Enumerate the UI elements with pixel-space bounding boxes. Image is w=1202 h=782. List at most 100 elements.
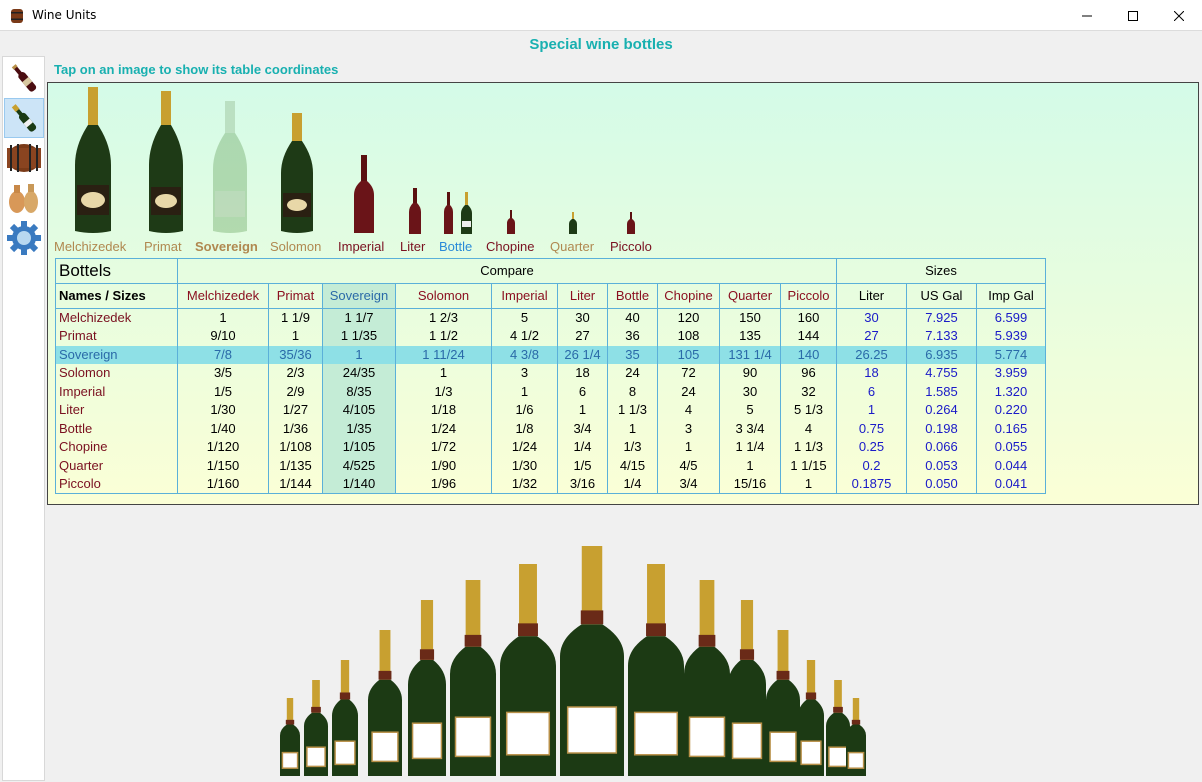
bottle-label-solomon[interactable]: Solomon [270,239,321,254]
ratio-cell: 30 [557,308,608,327]
sidebar-item-amphora[interactable] [4,178,44,218]
row-name-solomon[interactable]: Solomon [55,364,178,383]
bottle-size-image[interactable] [442,191,478,235]
table-row[interactable]: Sovereign 7/8 35/36 1 1 11/24 4 3/8 26 1/4 35 10… [55,345,1046,364]
table-row[interactable]: Primat 9/10 1 1 1/35 1 1/2 4 1/2 27 36 108 135 144… [55,327,1046,346]
ratio-cell: 131 1/4 [719,345,781,364]
bottle-label-melchizedek[interactable]: Melchizedek [54,239,126,254]
column-header-chopine[interactable]: Chopine [657,283,720,309]
ratio-cell: 4/105 [322,401,396,420]
table-row[interactable]: Bottle 1/40 1/36 1/35 1/24 1/8 3/4 1 3 3 3/4 4 0.75… [55,419,1046,438]
quarter-bottle-image[interactable] [568,211,578,235]
sidebar-item-red-wine[interactable] [4,58,44,98]
size-cell: 7.925 [906,308,977,327]
ratio-cell: 1 [657,438,720,457]
ratio-cell: 1/5 [177,382,269,401]
table-row[interactable]: Imperial 1/5 2/9 8/35 1/3 1 6 8 24 30 32 6 1.585 1.32… [55,382,1046,401]
solomon-bottle-image[interactable] [277,111,317,235]
row-name-melchizedek[interactable]: Melchizedek [55,308,178,327]
size-cell: 7.133 [906,327,977,346]
ratio-cell: 40 [607,308,658,327]
bottle-label-bottle[interactable]: Bottle [439,239,472,254]
ratio-cell: 1 1/4 [719,438,781,457]
minimize-button[interactable] [1064,0,1110,31]
column-header-solomon[interactable]: Solomon [395,283,492,309]
ratio-cell: 1/18 [395,401,492,420]
size-cell: 5.774 [976,345,1046,364]
table-row[interactable]: Piccolo 1/160 1/144 1/140 1/96 1/32 3/16 1/4 3/4… [55,475,1046,494]
ratio-cell: 1 [268,327,323,346]
ratio-cell: 1 1/2 [395,327,492,346]
wine-barrel-app-icon [11,9,23,23]
ratio-cell: 1/140 [322,475,396,494]
row-name-liter[interactable]: Liter [55,401,178,420]
imperial-bottle-image[interactable] [351,153,377,235]
column-header-liter[interactable]: Liter [557,283,608,309]
row-name-quarter[interactable]: Quarter [55,456,178,475]
ratio-cell: 1 [177,308,269,327]
settings-gear-icon [7,221,41,255]
row-name-imperial[interactable]: Imperial [55,382,178,401]
sidebar-item-barrel[interactable] [4,138,44,178]
bottle-label-chopine[interactable]: Chopine [486,239,534,254]
ratio-cell: 1/32 [491,475,558,494]
window-title: Wine Units [32,8,97,22]
comparison-table: Bottels Compare Sizes Names / Sizes Melc… [55,258,1046,494]
table-row[interactable]: Melchizedek 1 1 1/9 1 1/7 1 2/3 5 30 40 120 150 16… [55,308,1046,327]
bottle-label-sovereign[interactable]: Sovereign [195,239,258,254]
bottle-label-imperial[interactable]: Imperial [338,239,384,254]
size-column-header-liter: Liter [836,283,907,309]
table-row[interactable]: Solomon 3/5 2/3 24/35 1 3 18 24 72 90 96 18 4.755 3.9… [55,364,1046,383]
ratio-cell: 1/24 [491,438,558,457]
piccolo-bottle-image[interactable] [626,211,636,235]
maximize-button[interactable] [1110,0,1156,31]
ratio-cell: 7/8 [177,345,269,364]
row-name-sovereign[interactable]: Sovereign [55,345,178,364]
size-cell: 26.25 [836,345,907,364]
ratio-cell: 4 [657,401,720,420]
size-cell: 0.264 [906,401,977,420]
melchizedek-bottle-image[interactable] [69,85,117,235]
column-header-imperial[interactable]: Imperial [491,283,558,309]
size-cell: 0.165 [976,419,1046,438]
instruction-text: Tap on an image to show its table coordi… [54,62,339,77]
bottle-label-primat[interactable]: Primat [144,239,182,254]
row-name-bottle[interactable]: Bottle [55,419,178,438]
showcase-bottle [728,600,766,776]
column-header-primat[interactable]: Primat [268,283,323,309]
red-wine-bottle-icon [11,64,37,92]
table-row[interactable]: Liter 1/30 1/27 4/105 1/18 1/6 1 1 1/3 4 5 5 1/3 1 0… [55,401,1046,420]
table-header-groups: Bottels Compare Sizes [55,258,1046,284]
ratio-cell: 1 1/7 [322,308,396,327]
close-button[interactable] [1156,0,1202,31]
column-header-piccolo[interactable]: Piccolo [780,283,837,309]
bottle-label-quarter[interactable]: Quarter [550,239,594,254]
column-header-melchizedek[interactable]: Melchizedek [177,283,269,309]
liter-bottle-image[interactable] [407,187,423,235]
bottle-label-liter[interactable]: Liter [400,239,425,254]
table-row[interactable]: Quarter 1/150 1/135 4/525 1/90 1/30 1/5 4/15 4/5… [55,456,1046,475]
primat-bottle-image[interactable] [145,89,187,235]
ratio-cell: 3 3/4 [719,419,781,438]
sidebar-item-champagne[interactable] [4,98,44,138]
column-header-bottle[interactable]: Bottle [607,283,658,309]
sovereign-bottle-image[interactable] [209,99,251,235]
ratio-cell: 3/5 [177,364,269,383]
size-cell: 0.220 [976,401,1046,420]
close-icon [1174,10,1184,21]
ratio-cell: 5 [719,401,781,420]
row-name-chopine[interactable]: Chopine [55,438,178,457]
bottle-label-piccolo[interactable]: Piccolo [610,239,652,254]
column-header-quarter[interactable]: Quarter [719,283,781,309]
sidebar-item-settings[interactable] [4,218,44,258]
chopine-bottle-image[interactable] [506,209,516,235]
row-name-piccolo[interactable]: Piccolo [55,475,178,494]
column-header-sovereign[interactable]: Sovereign [322,283,396,309]
table-row[interactable]: Chopine 1/120 1/108 1/105 1/72 1/24 1/4 1/3 1 1 1… [55,438,1046,457]
row-name-primat[interactable]: Primat [55,327,178,346]
size-cell: 27 [836,327,907,346]
ratio-cell: 1/160 [177,475,269,494]
ratio-cell: 24 [657,382,720,401]
table-column-headers: Names / Sizes Melchizedek Primat Sovereign… [55,283,1046,309]
ratio-cell: 1/120 [177,438,269,457]
